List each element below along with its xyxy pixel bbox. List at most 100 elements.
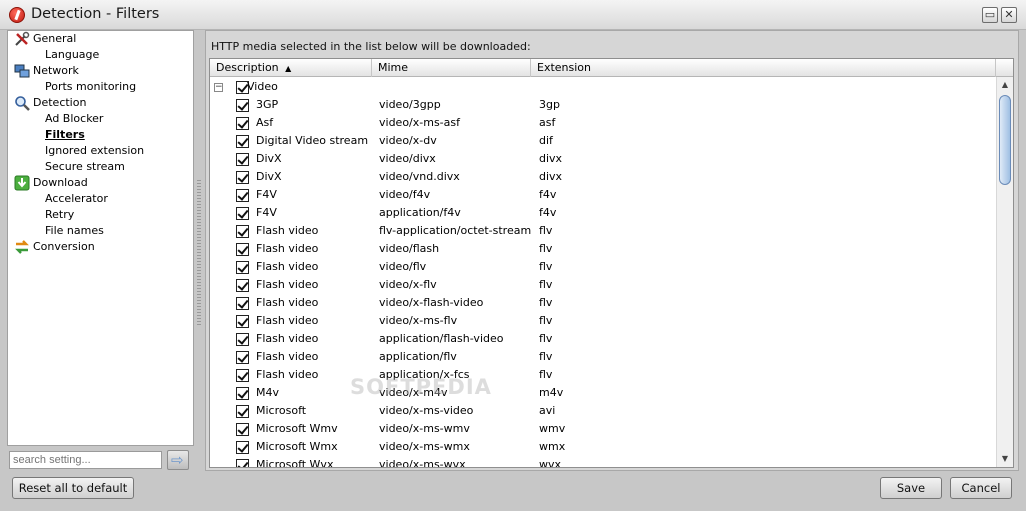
row-checkbox[interactable] [236,99,249,112]
table-row[interactable]: Flash video video/x-flash-video flv [210,294,996,312]
table-row[interactable]: M4v video/x-m4v m4v [210,384,996,402]
cancel-button[interactable]: Cancel [950,477,1012,499]
sidebar-item-ad-blocker[interactable]: Ad Blocker [45,111,103,127]
row-checkbox[interactable] [236,261,249,274]
conversion-icon [14,239,30,255]
row-checkbox[interactable] [236,225,249,238]
vertical-scrollbar[interactable]: ▲ ▼ [996,77,1013,467]
cell-extension: flv [539,368,553,381]
table-row[interactable]: F4V video/f4v f4v [210,186,996,204]
column-header-mime[interactable]: Mime [372,59,531,77]
media-filter-list[interactable]: Description ▲ Mime Extension − Video 3GP… [209,58,1014,468]
network-icon [14,63,30,79]
column-header-extension[interactable]: Extension [531,59,996,77]
restore-button[interactable]: ▭ [982,7,998,23]
close-button[interactable]: ✕ [1001,7,1017,23]
sidebar-item-retry[interactable]: Retry [45,207,74,223]
cell-extension: flv [539,350,553,363]
table-row[interactable]: Flash video video/x-ms-flv flv [210,312,996,330]
sidebar-item-language[interactable]: Language [45,47,99,63]
row-checkbox[interactable] [236,117,249,130]
sidebar-item-label: Retry [45,208,75,221]
window-title: Detection - Filters [31,6,160,22]
row-checkbox[interactable] [236,333,249,346]
row-checkbox[interactable] [236,459,249,467]
cell-extension: wmv [539,422,566,435]
sidebar-item-secure-stream[interactable]: Secure stream [45,159,125,175]
table-row[interactable]: F4V application/f4v f4v [210,204,996,222]
table-row[interactable]: Flash video video/x-flv flv [210,276,996,294]
group-row-video[interactable]: − Video [210,78,996,96]
sidebar-item-label: Ad Blocker [45,112,104,125]
cell-description: Flash video [256,296,319,309]
table-row[interactable]: Microsoft Wmv video/x-ms-wmv wmv [210,420,996,438]
row-checkbox[interactable] [236,423,249,436]
search-settings-input[interactable] [9,451,162,469]
sidebar-item-label: Conversion [33,240,95,253]
cell-mime: video/x-flash-video [379,296,484,309]
sidebar-item-label: File names [45,224,104,237]
cell-extension: wvx [539,458,562,468]
sidebar-item-label: Accelerator [45,192,108,205]
table-row[interactable]: Flash video video/flv flv [210,258,996,276]
row-checkbox[interactable] [236,441,249,454]
cell-description: 3GP [256,98,279,111]
table-row[interactable]: Microsoft Wmx video/x-ms-wmx wmx [210,438,996,456]
cell-description: DivX [256,170,282,183]
scrollbar-thumb[interactable] [999,95,1011,185]
sidebar-item-file-names[interactable]: File names [45,223,104,239]
cell-extension: divx [539,170,563,183]
reset-all-button[interactable]: Reset all to default [12,477,134,499]
row-checkbox[interactable] [236,387,249,400]
table-row[interactable]: DivX video/vnd.divx divx [210,168,996,186]
row-checkbox[interactable] [236,135,249,148]
cell-mime: video/x-ms-wmv [379,422,470,435]
save-button[interactable]: Save [880,477,942,499]
cell-description: Flash video [256,278,319,291]
sidebar-item-filters[interactable]: Filters [45,127,85,143]
tools-icon [14,31,30,47]
cell-extension: flv [539,278,553,291]
sidebar-item-accelerator[interactable]: Accelerator [45,191,108,207]
row-checkbox[interactable] [236,153,249,166]
table-row[interactable]: Flash video video/flash flv [210,240,996,258]
scroll-up-arrow-icon[interactable]: ▲ [999,79,1011,91]
row-checkbox[interactable] [236,189,249,202]
row-checkbox[interactable] [236,207,249,220]
row-checkbox[interactable] [236,279,249,292]
search-go-button[interactable] [167,450,189,470]
row-checkbox[interactable] [236,297,249,310]
row-checkbox[interactable] [236,351,249,364]
sidebar-item-label: Language [45,48,100,61]
cell-mime: video/x-ms-asf [379,116,460,129]
cell-extension: m4v [539,386,564,399]
collapse-icon[interactable]: − [214,83,223,92]
table-row[interactable]: Flash video flv-application/octet-stream f… [210,222,996,240]
sidebar-item-ports-monitoring[interactable]: Ports monitoring [45,79,136,95]
row-checkbox[interactable] [236,405,249,418]
row-checkbox[interactable] [236,315,249,328]
column-header-description[interactable]: Description ▲ [210,59,372,77]
cell-extension: asf [539,116,556,129]
row-checkbox[interactable] [236,243,249,256]
table-row[interactable]: Flash video application/flash-video flv [210,330,996,348]
panel-splitter[interactable] [197,180,201,326]
cell-mime: video/3gpp [379,98,441,111]
cell-mime: application/flv [379,350,457,363]
table-row[interactable]: Flash video application/x-fcs flv [210,366,996,384]
row-checkbox[interactable] [236,171,249,184]
cell-description: Flash video [256,332,319,345]
cell-mime: video/flv [379,260,427,273]
table-row[interactable]: Microsoft video/x-ms-video avi [210,402,996,420]
table-row[interactable]: DivX video/divx divx [210,150,996,168]
table-row[interactable]: Asf video/x-ms-asf asf [210,114,996,132]
table-row[interactable]: 3GP video/3gpp 3gp [210,96,996,114]
sidebar-item-ignored-extension[interactable]: Ignored extension [45,143,144,159]
table-row[interactable]: Flash video application/flv flv [210,348,996,366]
cell-description: Asf [256,116,274,129]
table-row[interactable]: Microsoft Wvx video/x-ms-wvx wvx [210,456,996,468]
table-row[interactable]: Digital Video stream video/x-dv dif [210,132,996,150]
sidebar-item-label: Detection [33,96,87,109]
scroll-down-arrow-icon[interactable]: ▼ [999,453,1011,465]
row-checkbox[interactable] [236,369,249,382]
